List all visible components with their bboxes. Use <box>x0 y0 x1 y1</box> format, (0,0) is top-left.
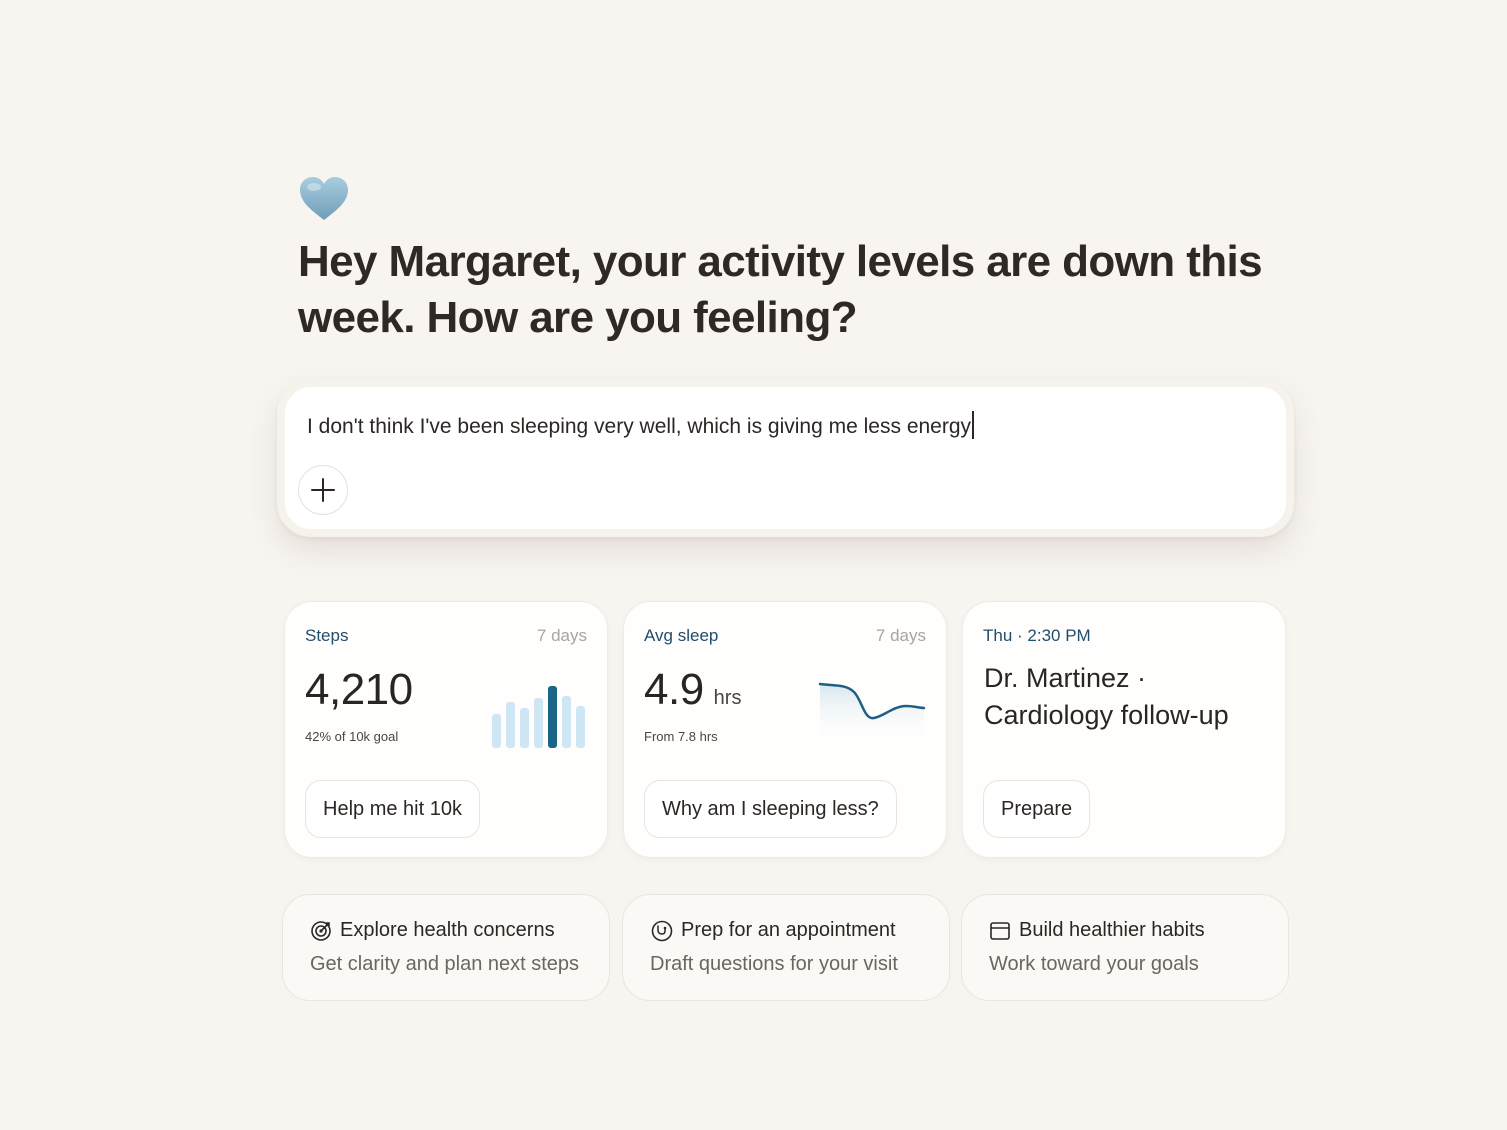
steps-bar <box>506 702 515 748</box>
steps-bar-chart <box>492 684 592 755</box>
why-sleeping-less-button[interactable]: Why am I sleeping less? <box>644 780 897 838</box>
add-attachment-button[interactable] <box>298 465 348 515</box>
appointment-card: Thu · 2:30 PM Dr. Martinez · Cardiology … <box>962 601 1286 858</box>
steps-bar <box>520 708 529 748</box>
build-habits-card[interactable]: Build healthier habits Work toward your … <box>961 894 1289 1001</box>
action-subtitle: Draft questions for your visit <box>650 953 898 975</box>
sleep-card: Avg sleep 7 days 4.9 hrs From 7.8 hrs Why… <box>623 601 947 858</box>
steps-goal-text: 42% of 10k goal <box>305 729 399 744</box>
calendar-icon <box>989 920 1011 942</box>
action-title: Prep for an appointment <box>681 919 896 941</box>
steps-bar <box>534 698 543 748</box>
prepare-button[interactable]: Prepare <box>983 780 1091 838</box>
action-subtitle: Work toward your goals <box>989 953 1199 975</box>
page-headline: Hey Margaret, your activity levels are d… <box>298 237 1263 342</box>
text-caret <box>972 411 975 439</box>
steps-bar <box>548 686 557 748</box>
steps-card: Steps 7 days 4,210 42% of 10k goal Help … <box>284 601 608 858</box>
action-subtitle: Get clarity and plan next steps <box>310 953 580 975</box>
steps-period: 7 days <box>536 626 587 645</box>
steps-bar <box>562 696 571 748</box>
sleep-unit: hrs <box>713 687 742 709</box>
action-title: Explore health concerns <box>340 919 555 941</box>
action-title: Build healthier habits <box>1019 919 1205 941</box>
sleep-value-block: 4.9 hrs <box>644 665 741 715</box>
steps-label: Steps <box>305 626 349 645</box>
steps-bar <box>492 714 501 748</box>
explore-health-concerns-card[interactable]: Explore health concerns Get clarity and … <box>282 894 610 1001</box>
message-composer[interactable]: I don't think I've been sleeping very we… <box>277 379 1294 537</box>
stethoscope-icon <box>651 920 673 942</box>
sleep-baseline-text: From 7.8 hrs <box>644 729 718 744</box>
target-icon <box>310 920 332 942</box>
steps-bar <box>576 706 585 748</box>
plus-icon <box>310 477 336 503</box>
appointment-specialty: Cardiology follow-up <box>984 700 1229 730</box>
sleep-trend-chart <box>818 678 928 753</box>
sleep-period: 7 days <box>875 626 926 645</box>
heart-icon <box>298 176 350 222</box>
steps-value: 4,210 <box>305 665 413 714</box>
sleep-value: 4.9 <box>644 665 704 714</box>
appointment-doctor: Dr. Martinez · <box>984 663 1147 693</box>
composer-input[interactable]: I don't think I've been sleeping very we… <box>307 411 975 439</box>
help-hit-10k-button[interactable]: Help me hit 10k <box>305 780 480 838</box>
sleep-label: Avg sleep <box>644 626 719 645</box>
appointment-time: Thu · 2:30 PM <box>983 626 1091 645</box>
appointment-title: Dr. Martinez · Cardiology follow-up <box>984 660 1229 734</box>
prep-appointment-card[interactable]: Prep for an appointment Draft questions … <box>622 894 950 1001</box>
